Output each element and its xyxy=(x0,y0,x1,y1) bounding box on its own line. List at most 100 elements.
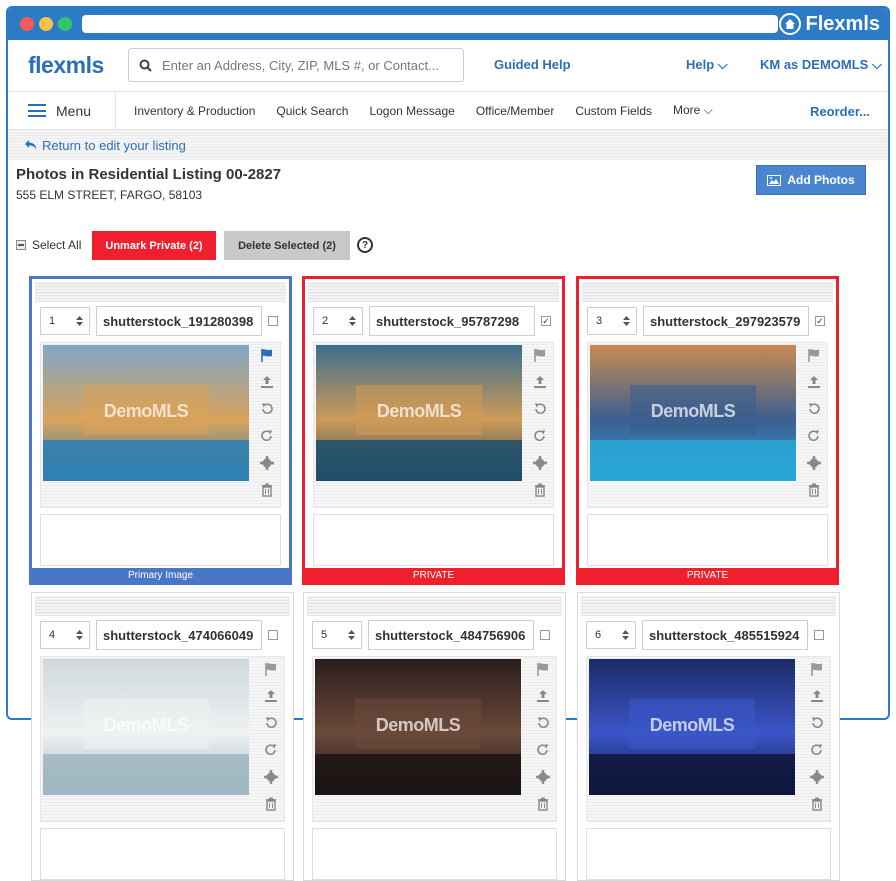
nav-item-logon-message[interactable]: Logon Message xyxy=(369,104,454,118)
drag-handle[interactable] xyxy=(35,282,286,302)
search-box[interactable] xyxy=(128,48,464,82)
upload-icon[interactable] xyxy=(259,374,275,390)
settings-icon[interactable] xyxy=(535,769,551,785)
delete-selected-button[interactable]: Delete Selected (2) xyxy=(224,231,350,260)
drag-handle[interactable] xyxy=(35,596,290,616)
address-bar[interactable] xyxy=(82,15,778,33)
listing-photo[interactable]: DemoMLS xyxy=(315,659,521,795)
photo-card[interactable]: 3 shutterstock_297923579 ✓ DemoMLS PRIVA… xyxy=(576,276,839,585)
photo-caption-field[interactable] xyxy=(587,514,828,566)
photo-caption-field[interactable] xyxy=(40,828,285,880)
photo-filename[interactable]: shutterstock_95787298 xyxy=(369,306,535,336)
flag-icon[interactable] xyxy=(259,347,275,363)
settings-icon[interactable] xyxy=(263,769,279,785)
rotate-right-icon[interactable] xyxy=(263,742,279,758)
photo-select-checkbox[interactable] xyxy=(540,630,550,640)
flag-icon[interactable] xyxy=(263,661,279,677)
trash-icon[interactable] xyxy=(532,482,548,498)
rotate-left-icon[interactable] xyxy=(535,715,551,731)
listing-photo[interactable]: DemoMLS xyxy=(43,659,249,795)
flag-icon[interactable] xyxy=(535,661,551,677)
trash-icon[interactable] xyxy=(263,796,279,812)
settings-icon[interactable] xyxy=(806,455,822,471)
add-photos-button[interactable]: Add Photos xyxy=(756,165,866,195)
search-input[interactable] xyxy=(162,57,452,73)
help-menu[interactable]: Help ⌵ xyxy=(686,57,728,73)
rotate-right-icon[interactable] xyxy=(806,428,822,444)
nav-item-custom-fields[interactable]: Custom Fields xyxy=(575,104,652,118)
photo-order-select[interactable]: 2 xyxy=(313,307,363,335)
flag-icon[interactable] xyxy=(532,347,548,363)
photo-card[interactable]: 6 shutterstock_485515924 DemoMLS xyxy=(577,592,840,881)
rotate-right-icon[interactable] xyxy=(809,742,825,758)
photo-order-select[interactable]: 6 xyxy=(586,621,636,649)
photo-card[interactable]: 5 shutterstock_484756906 DemoMLS xyxy=(303,592,566,881)
photo-filename[interactable]: shutterstock_484756906 xyxy=(368,620,534,650)
photo-caption-field[interactable] xyxy=(40,514,281,566)
photo-filename[interactable]: shutterstock_485515924 xyxy=(642,620,808,650)
photo-order-select[interactable]: 1 xyxy=(40,307,90,335)
drag-handle[interactable] xyxy=(581,596,836,616)
nav-item-more[interactable]: More ⌵ xyxy=(673,103,713,118)
upload-icon[interactable] xyxy=(809,688,825,704)
trash-icon[interactable] xyxy=(806,482,822,498)
select-all-checkbox[interactable] xyxy=(16,240,26,250)
trash-icon[interactable] xyxy=(535,796,551,812)
settings-icon[interactable] xyxy=(532,455,548,471)
listing-photo[interactable]: DemoMLS xyxy=(589,659,795,795)
nav-item-quick-search[interactable]: Quick Search xyxy=(276,104,348,118)
settings-icon[interactable] xyxy=(809,769,825,785)
photo-order-select[interactable]: 3 xyxy=(587,307,637,335)
trash-icon[interactable] xyxy=(259,482,275,498)
photo-caption-field[interactable] xyxy=(313,514,554,566)
drag-handle[interactable] xyxy=(307,596,562,616)
menu-button[interactable]: Menu xyxy=(8,91,116,130)
photo-order-select[interactable]: 5 xyxy=(312,621,362,649)
nav-item-office-member[interactable]: Office/Member xyxy=(476,104,554,118)
drag-handle[interactable] xyxy=(582,282,833,302)
photo-order-select[interactable]: 4 xyxy=(40,621,90,649)
guided-help-link[interactable]: Guided Help xyxy=(494,57,571,72)
photo-select-checkbox[interactable]: ✓ xyxy=(815,316,825,326)
trash-icon[interactable] xyxy=(809,796,825,812)
listing-photo[interactable]: DemoMLS xyxy=(43,345,249,481)
photo-filename[interactable]: shutterstock_191280398 xyxy=(96,306,262,336)
photo-filename[interactable]: shutterstock_297923579 xyxy=(643,306,809,336)
flexmls-logo[interactable]: flexmls xyxy=(28,52,104,79)
upload-icon[interactable] xyxy=(263,688,279,704)
listing-photo[interactable]: DemoMLS xyxy=(316,345,522,481)
photo-caption-field[interactable] xyxy=(312,828,557,880)
photo-card[interactable]: 1 shutterstock_191280398 DemoMLS Primary… xyxy=(29,276,292,585)
upload-icon[interactable] xyxy=(532,374,548,390)
return-link[interactable]: Return to edit your listing xyxy=(42,138,186,153)
rotate-right-icon[interactable] xyxy=(535,742,551,758)
unmark-private-button[interactable]: Unmark Private (2) xyxy=(92,231,216,260)
settings-icon[interactable] xyxy=(259,455,275,471)
photo-select-checkbox[interactable] xyxy=(268,630,278,640)
upload-icon[interactable] xyxy=(535,688,551,704)
photo-select-checkbox[interactable] xyxy=(268,316,278,326)
select-all[interactable]: Select All xyxy=(16,238,81,252)
listing-photo[interactable]: DemoMLS xyxy=(590,345,796,481)
help-icon[interactable]: ? xyxy=(357,237,373,253)
close-window-button[interactable] xyxy=(20,17,34,31)
photo-select-checkbox[interactable]: ✓ xyxy=(541,316,551,326)
nav-item-inventory[interactable]: Inventory & Production xyxy=(134,104,255,118)
reorder-link[interactable]: Reorder... xyxy=(810,104,870,119)
drag-handle[interactable] xyxy=(308,282,559,302)
flag-icon[interactable] xyxy=(809,661,825,677)
rotate-left-icon[interactable] xyxy=(259,401,275,417)
minimize-window-button[interactable] xyxy=(39,17,53,31)
photo-caption-field[interactable] xyxy=(586,828,831,880)
rotate-left-icon[interactable] xyxy=(806,401,822,417)
rotate-left-icon[interactable] xyxy=(263,715,279,731)
photo-card[interactable]: 2 shutterstock_95787298 ✓ DemoMLS PRIVAT… xyxy=(302,276,565,585)
rotate-right-icon[interactable] xyxy=(532,428,548,444)
photo-card[interactable]: 4 shutterstock_474066049 DemoMLS xyxy=(31,592,294,881)
rotate-left-icon[interactable] xyxy=(532,401,548,417)
upload-icon[interactable] xyxy=(806,374,822,390)
maximize-window-button[interactable] xyxy=(58,17,72,31)
rotate-left-icon[interactable] xyxy=(809,715,825,731)
photo-filename[interactable]: shutterstock_474066049 xyxy=(96,620,262,650)
user-menu[interactable]: KM as DEMOMLS ⌵ xyxy=(760,57,882,73)
